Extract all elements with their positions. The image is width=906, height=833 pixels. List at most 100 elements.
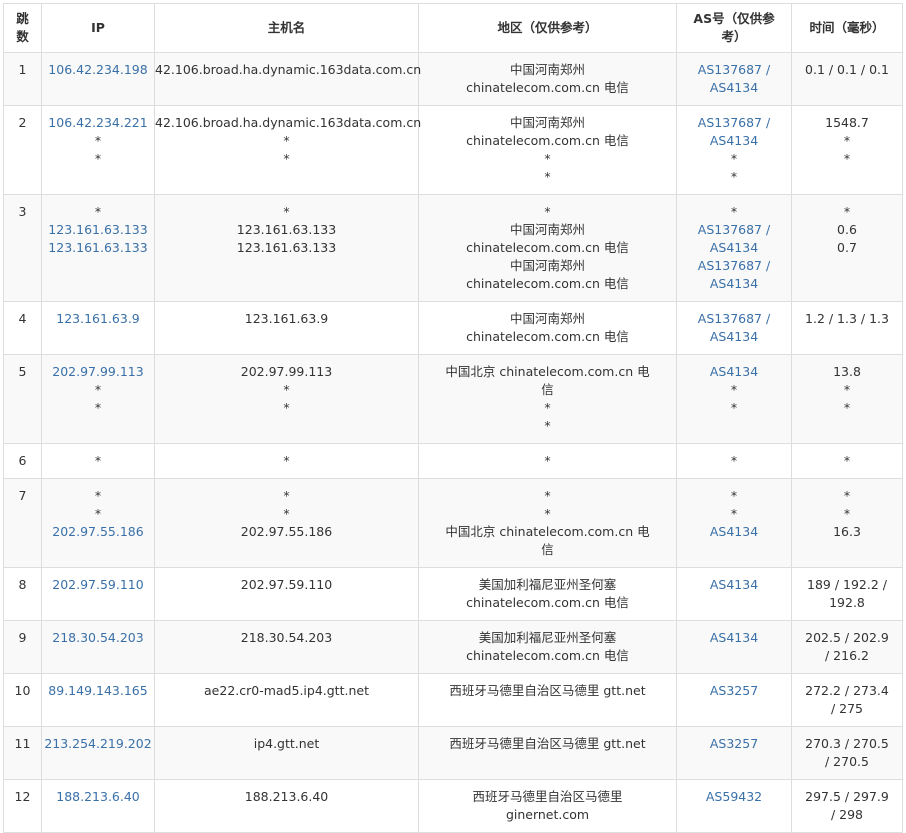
ip-cell: * [41,443,155,479]
ip-cell: 213.254.219.202 [41,726,155,780]
ip-cell: 123.161.63.9 [41,301,155,355]
region-cell: 中国河南郑州 chinatelecom.com.cn 电信 * * [418,105,677,195]
table-row: 1 106.42.234.198 42.106.broad.ha.dynamic.1… [3,52,903,106]
region-value: 中国河南郑州 chinatelecom.com.cn 电信 [466,115,629,148]
hop-cell: 9 [3,620,42,674]
time-value: * [843,453,851,468]
hop-cell: 11 [3,726,42,780]
hostname-cell: 218.30.54.203 [154,620,419,674]
ip-link[interactable]: 202.97.99.113 [42,363,154,381]
table-row: 7 * * 202.97.55.186 * * 202.97.55.186 * * 中国北京 ch… [3,478,903,568]
header-region: 地区（仅供参考） [418,3,677,53]
asn-link[interactable]: AS4134 [692,629,776,647]
host-value: 202.97.99.113 [240,364,333,379]
ip-cell: * * 202.97.55.186 [41,478,155,568]
asn-link[interactable]: AS4134 [692,363,776,381]
asn-link[interactable]: AS137687 / AS4134 [692,61,776,97]
asn-link[interactable]: AS137687 / AS4134 [692,114,776,150]
hop-cell: 5 [3,354,42,444]
hostname-cell: 42.106.broad.ha.dynamic.163data.com.cn * * [154,105,421,195]
host-value: ae22.cr0-mad5.ip4.gtt.net [204,683,369,698]
host-value: 202.97.55.186 [240,524,333,539]
table-row: 5 202.97.99.113 * * 202.97.99.113 * * 中国北京 chin… [3,354,903,444]
ip-link[interactable]: 123.161.63.133 [42,239,154,257]
hop-cell: 1 [3,52,42,106]
asn-value: * [730,488,738,503]
region-value: 中国河南郑州 chinatelecom.com.cn 电信 [466,311,629,344]
time-value: 0.7 [837,240,857,255]
ip-link[interactable]: 106.42.234.198 [42,61,154,79]
asn-link[interactable]: AS137687 / AS4134 [692,257,776,293]
region-value: 西班牙马德里自治区马德里 gtt.net [449,736,646,751]
asn-cell: * * AS4134 [676,478,792,568]
ip-cell: 202.97.59.110 [41,567,155,621]
hop-cell: 2 [3,105,42,195]
region-value: 西班牙马德里自治区马德里 ginernet.com [472,789,623,822]
ip-link[interactable]: 202.97.55.186 [42,523,154,541]
hostname-cell: 123.161.63.9 [154,301,419,355]
host-value: * [283,382,290,397]
time-value: 0.1 / 0.1 / 0.1 [805,62,889,77]
region-cell: 西班牙马德里自治区马德里 ginernet.com [418,779,677,833]
region-value: * [544,169,551,184]
host-value: 123.161.63.133 [236,240,337,255]
hostname-cell: * * 202.97.55.186 [154,478,419,568]
ip-link[interactable]: 123.161.63.133 [42,221,154,239]
time-value: 297.5 / 297.9 / 298 [805,789,889,822]
ip-value: * [94,488,102,503]
ip-value: * [94,506,102,521]
time-value: * [843,133,851,148]
time-value: * [843,151,851,166]
traceroute-table: 跳数 IP 主机名 地区（仅供参考） AS号（仅供参考） 时间（毫秒） 1 106… [3,3,903,833]
asn-link[interactable]: AS4134 [692,576,776,594]
ip-link[interactable]: 188.213.6.40 [42,788,154,806]
region-value: * [544,506,551,521]
header-hostname: 主机名 [154,3,419,53]
asn-link[interactable]: AS59432 [692,788,776,806]
region-value: 西班牙马德里自治区马德里 gtt.net [449,683,646,698]
ip-link[interactable]: 123.161.63.9 [42,310,154,328]
ip-link[interactable]: 89.149.143.165 [42,682,154,700]
table-row: 6 * * * * * [3,443,903,479]
time-cell: 0.1 / 0.1 / 0.1 [791,52,903,106]
asn-value: * [730,204,738,219]
hostname-cell: ae22.cr0-mad5.ip4.gtt.net [154,673,419,727]
time-cell: * 0.6 0.7 [791,194,903,302]
table-header-row: 跳数 IP 主机名 地区（仅供参考） AS号（仅供参考） 时间（毫秒） [3,3,903,53]
asn-value: * [730,506,738,521]
time-value: * [843,506,851,521]
host-value: 123.161.63.9 [244,311,329,326]
region-cell: 美国加利福尼亚州圣何塞 chinatelecom.com.cn 电信 [418,620,677,674]
time-cell: 1548.7 * * [791,105,903,195]
asn-link[interactable]: AS3257 [692,735,776,753]
hop-cell: 12 [3,779,42,833]
hop-cell: 8 [3,567,42,621]
time-value: 0.6 [837,222,857,237]
ip-link[interactable]: 213.254.219.202 [42,735,154,753]
ip-link[interactable]: 106.42.234.221 [42,114,154,132]
hostname-cell: ip4.gtt.net [154,726,419,780]
asn-cell: AS137687 / AS4134 [676,301,792,355]
ip-link[interactable]: 218.30.54.203 [42,629,154,647]
asn-cell: AS4134 * * [676,354,792,444]
region-value: 中国河南郑州 chinatelecom.com.cn 电信 [466,258,629,291]
host-value: 42.106.broad.ha.dynamic.163data.com.cn [155,62,422,77]
asn-cell: AS4134 [676,620,792,674]
region-value: * [544,151,551,166]
time-cell: 1.2 / 1.3 / 1.3 [791,301,903,355]
header-time: 时间（毫秒） [791,3,903,53]
ip-value: * [94,453,102,468]
asn-link[interactable]: AS137687 / AS4134 [692,310,776,346]
asn-link[interactable]: AS4134 [692,523,776,541]
ip-cell: 106.42.234.198 [41,52,155,106]
region-value: 美国加利福尼亚州圣何塞 chinatelecom.com.cn 电信 [466,577,629,610]
asn-link[interactable]: AS137687 / AS4134 [692,221,776,257]
time-value: 13.8 [833,364,861,379]
ip-link[interactable]: 202.97.59.110 [42,576,154,594]
header-hop: 跳数 [3,3,42,53]
region-cell: 中国河南郑州 chinatelecom.com.cn 电信 [418,301,677,355]
region-cell: 中国北京 chinatelecom.com.cn 电信 * * [418,354,677,444]
table-row: 9 218.30.54.203 218.30.54.203 美国加利福尼亚州圣何塞 c… [3,620,903,674]
time-value: * [843,382,851,397]
asn-link[interactable]: AS3257 [692,682,776,700]
